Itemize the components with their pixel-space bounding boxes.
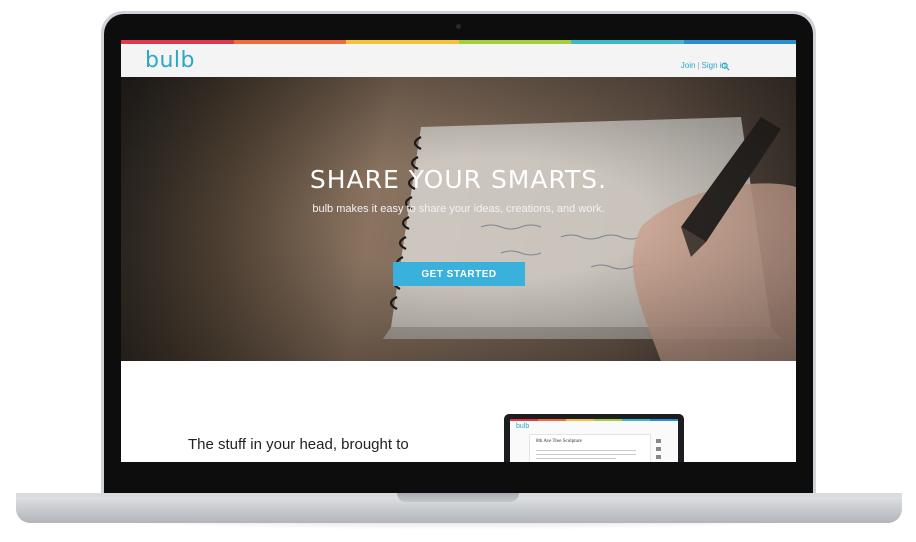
hero-title: SHARE YOUR SMARTS. [309, 165, 608, 194]
preview-side-icon [656, 455, 661, 459]
preview-screen: bulb 8th Ave Tree Sculpture [510, 419, 678, 462]
preview-card: 8th Ave Tree Sculpture [529, 434, 651, 462]
search-icon[interactable] [721, 62, 730, 71]
preview-text-line [536, 458, 616, 459]
auth-nav: Join | Sign in [681, 61, 726, 70]
hero-banner: SHARE YOUR SMARTS. bulb makes it easy to… [121, 77, 796, 361]
stripe-segment [538, 419, 566, 421]
browser-screen: bulb Join | Sign in SHARE YOUR SMARTS. b… [121, 40, 796, 462]
stripe-segment [650, 419, 678, 421]
site-header: bulb Join | Sign in [121, 44, 796, 77]
hero-subtitle: bulb makes it easy to share your ideas, … [312, 203, 605, 215]
nav-separator: | [697, 61, 700, 70]
stripe-segment [594, 419, 622, 421]
preview-card-title: 8th Ave Tree Sculpture [536, 439, 582, 444]
hero-vignette [121, 77, 796, 361]
get-started-button[interactable]: GET STARTED [393, 262, 525, 286]
join-link[interactable]: Join [681, 61, 696, 70]
stripe-segment [622, 419, 650, 421]
preview-color-stripe [510, 419, 678, 421]
feature-tagline: The stuff in your head, brought to [188, 436, 409, 453]
webcam-icon [456, 24, 461, 29]
stripe-segment [566, 419, 594, 421]
preview-text-line [536, 454, 636, 455]
bulb-logo[interactable]: bulb [145, 48, 195, 73]
laptop-opening-notch [397, 493, 519, 502]
preview-text-line [536, 450, 636, 451]
stripe-segment [510, 419, 538, 421]
product-preview-laptop: bulb 8th Ave Tree Sculpture [504, 414, 684, 462]
features-section: The stuff in your head, brought to bulb … [121, 361, 796, 462]
preview-side-icon [656, 447, 661, 451]
preview-side-icon [656, 439, 661, 443]
preview-logo: bulb [516, 423, 530, 430]
